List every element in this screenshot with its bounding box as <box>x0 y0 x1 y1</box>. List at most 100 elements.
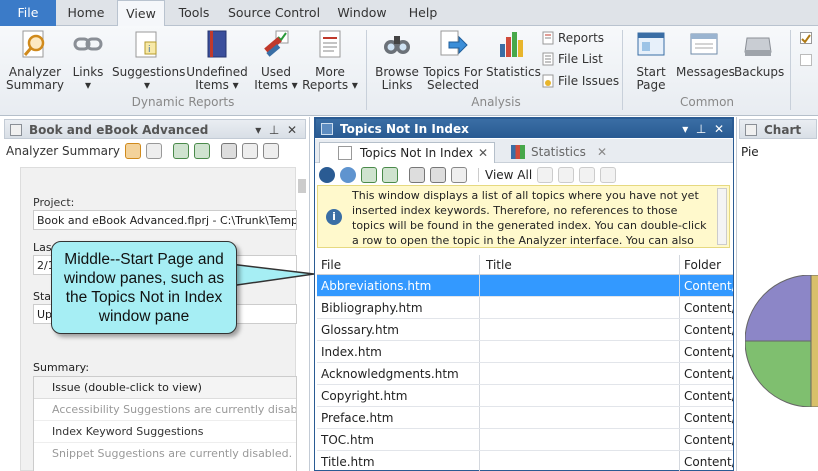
tab-file[interactable]: File <box>0 0 56 26</box>
export-icon[interactable] <box>263 143 280 159</box>
topics-not-in-index-pane: Topics Not In Index ▾ ⊥ ✕ Topics Not In … <box>314 117 734 471</box>
ribbon: Analyzer Summary Links ▾ i Suggestions ▾… <box>0 26 818 116</box>
more-reports-button[interactable]: More Reports ▾ <box>302 28 358 92</box>
summary-label: Summary: <box>33 361 90 374</box>
table-row[interactable]: Acknowledgments.htm Content/ <box>317 363 733 385</box>
pane-controls[interactable]: ▾ ⊥ ✕ <box>682 119 724 139</box>
bar-chart-icon <box>511 145 525 159</box>
pane-title-bar: Topics Not In Index ▾ ⊥ ✕ <box>315 118 733 138</box>
pane-title-bar: Book and eBook Advanced ▾ ⊥ ✕ <box>4 119 306 139</box>
left-toolbar: Analyzer Summary <box>6 143 280 159</box>
scrollbar[interactable] <box>717 188 727 245</box>
close-icon[interactable]: ✕ <box>597 142 607 162</box>
check-icon <box>801 34 811 44</box>
first-page-icon[interactable] <box>537 167 554 183</box>
tab-window[interactable]: Window <box>332 0 392 26</box>
table-row[interactable]: Index Keyword Suggestions <box>34 421 296 443</box>
refresh-icon[interactable] <box>361 167 377 183</box>
table-row[interactable]: TOC.htm Content/ <box>317 429 733 451</box>
table-row[interactable]: Abbreviations.htm Content/ <box>317 275 733 297</box>
ribbon-divider <box>790 30 791 110</box>
status-label: Sta <box>33 290 52 303</box>
previous-page-icon[interactable] <box>558 167 575 183</box>
analyzer-icon[interactable] <box>125 143 142 159</box>
list-icon[interactable] <box>146 143 163 159</box>
document-error-icon <box>338 146 352 160</box>
topics-for-selected-button[interactable]: Topics For Selected <box>423 28 483 92</box>
refresh-all-icon[interactable] <box>382 167 398 183</box>
used-items-button[interactable]: Used Items ▾ <box>252 28 300 92</box>
column-header-file[interactable]: File <box>317 255 480 274</box>
refresh-all-icon[interactable] <box>194 143 211 159</box>
undefined-items-button[interactable]: Undefined Items ▾ <box>186 28 248 92</box>
scrollbar[interactable] <box>298 179 306 193</box>
start-page-button[interactable]: Start Page <box>630 28 672 92</box>
print-icon[interactable] <box>221 143 238 159</box>
print-preview-icon[interactable] <box>430 167 446 183</box>
navigate-icon[interactable] <box>340 167 356 183</box>
file-issues-button[interactable]: File Issues <box>542 74 619 88</box>
file-issues-icon <box>542 74 554 88</box>
statistics-button[interactable]: Statistics <box>486 28 541 79</box>
browse-links-button[interactable]: Browse Links <box>374 28 420 92</box>
export-icon[interactable] <box>451 167 467 183</box>
pane-title-bar: Chart <box>739 119 817 139</box>
next-page-icon[interactable] <box>579 167 596 183</box>
column-header-title[interactable]: Title <box>480 255 680 274</box>
pane-icon <box>745 124 757 136</box>
pane-controls[interactable]: ▾ ⊥ ✕ <box>255 120 297 140</box>
links-button[interactable]: Links ▾ <box>70 28 106 92</box>
issues-header[interactable]: Issue (double-click to view) <box>34 377 296 399</box>
column-header-folder[interactable]: Folder <box>680 255 733 274</box>
table-row[interactable]: Bibliography.htm Content/ <box>317 297 733 319</box>
chart-type-label: Pie <box>741 145 759 159</box>
suggestions-button[interactable]: i Suggestions ▾ <box>112 28 185 92</box>
view-all-button[interactable]: View All <box>478 168 532 182</box>
tab-topics-not-in-index[interactable]: Topics Not In Index ✕ <box>319 142 495 163</box>
pane-icon <box>10 124 22 136</box>
close-icon[interactable]: ✕ <box>478 143 488 163</box>
file-list-button[interactable]: File List <box>542 52 603 66</box>
messages-button[interactable]: Messages <box>676 28 735 79</box>
topics-arrow-icon <box>440 30 468 56</box>
pane-icon <box>321 123 333 135</box>
tab-help[interactable]: Help <box>400 0 446 26</box>
refresh-icon[interactable] <box>173 143 190 159</box>
suggestions-icon: i <box>135 31 157 58</box>
project-field[interactable]: Book and eBook Advanced.flprj - C:\Trunk… <box>33 210 297 230</box>
file-list-icon <box>542 52 554 66</box>
table-row[interactable]: Accessibility Suggestions are currently … <box>34 399 296 421</box>
reports-button[interactable]: Reports <box>542 31 604 45</box>
table-row[interactable]: Snippet Suggestions are currently disabl… <box>34 443 296 465</box>
checkbox-partial[interactable] <box>800 32 812 44</box>
report-small-icon <box>542 31 554 45</box>
print-icon[interactable] <box>409 167 425 183</box>
print-preview-icon[interactable] <box>242 143 259 159</box>
used-items-icon <box>264 30 289 57</box>
tab-view[interactable]: View <box>117 0 165 27</box>
binoculars-icon <box>384 36 410 54</box>
last-page-icon[interactable] <box>600 167 617 183</box>
analyzer-summary-button[interactable]: Analyzer Summary <box>6 28 64 92</box>
backups-button[interactable]: Backups <box>734 28 784 79</box>
svg-text:i: i <box>148 45 151 55</box>
table-row[interactable]: Preface.htm Content/ <box>317 407 733 429</box>
info-icon[interactable] <box>319 167 335 183</box>
checkbox-partial[interactable] <box>800 54 812 66</box>
last-label: Las <box>33 241 52 254</box>
messages-window-icon <box>690 33 718 55</box>
middle-toolbar: View All <box>319 167 617 183</box>
tab-home[interactable]: Home <box>56 0 116 26</box>
info-icon: i <box>326 209 342 225</box>
hard-drive-icon <box>744 37 772 56</box>
table-row[interactable]: Title.htm Content/ <box>317 451 733 471</box>
table-row[interactable]: Index.htm Content/ <box>317 341 733 363</box>
tab-tools[interactable]: Tools <box>168 0 220 26</box>
callout-pointer <box>230 263 315 287</box>
ribbon-divider <box>366 30 367 110</box>
tab-source-control[interactable]: Source Control <box>224 0 324 26</box>
tab-statistics[interactable]: Statistics ✕ <box>501 142 613 162</box>
table-row[interactable]: Copyright.htm Content/ <box>317 385 733 407</box>
table-row[interactable]: Glossary.htm Content/ <box>317 319 733 341</box>
book-icon <box>207 30 227 58</box>
